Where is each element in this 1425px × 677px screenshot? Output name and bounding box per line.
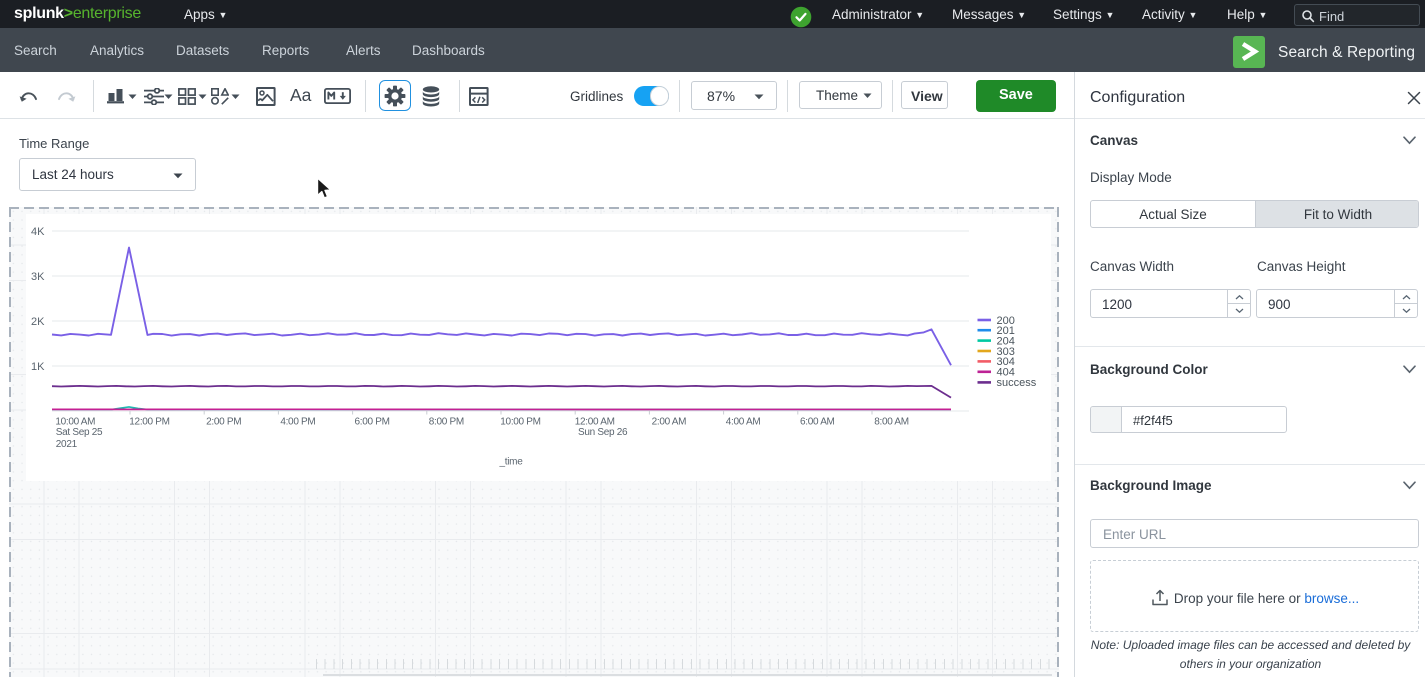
svg-text:4:00 AM: 4:00 AM: [726, 417, 761, 428]
svg-text:1K: 1K: [31, 361, 45, 373]
svg-text:12:00 PM: 12:00 PM: [129, 417, 169, 428]
svg-text:success: success: [997, 377, 1037, 389]
svg-text:2:00 AM: 2:00 AM: [652, 417, 687, 428]
svg-text:Sat Sep 25: Sat Sep 25: [56, 427, 103, 438]
svg-text:_time: _time: [499, 457, 524, 468]
svg-text:2K: 2K: [31, 316, 45, 328]
svg-text:6:00 AM: 6:00 AM: [800, 417, 835, 428]
svg-text:4K: 4K: [31, 226, 45, 238]
svg-text:8:00 AM: 8:00 AM: [874, 417, 909, 428]
svg-text:Sun Sep 26: Sun Sep 26: [578, 427, 628, 438]
svg-text:2:00 PM: 2:00 PM: [206, 417, 241, 428]
svg-text:8:00 PM: 8:00 PM: [429, 417, 464, 428]
svg-text:4:00 PM: 4:00 PM: [280, 417, 315, 428]
svg-text:3K: 3K: [31, 271, 45, 283]
svg-text:2021: 2021: [56, 439, 78, 450]
svg-text:10:00 PM: 10:00 PM: [500, 417, 540, 428]
svg-text:6:00 PM: 6:00 PM: [355, 417, 390, 428]
